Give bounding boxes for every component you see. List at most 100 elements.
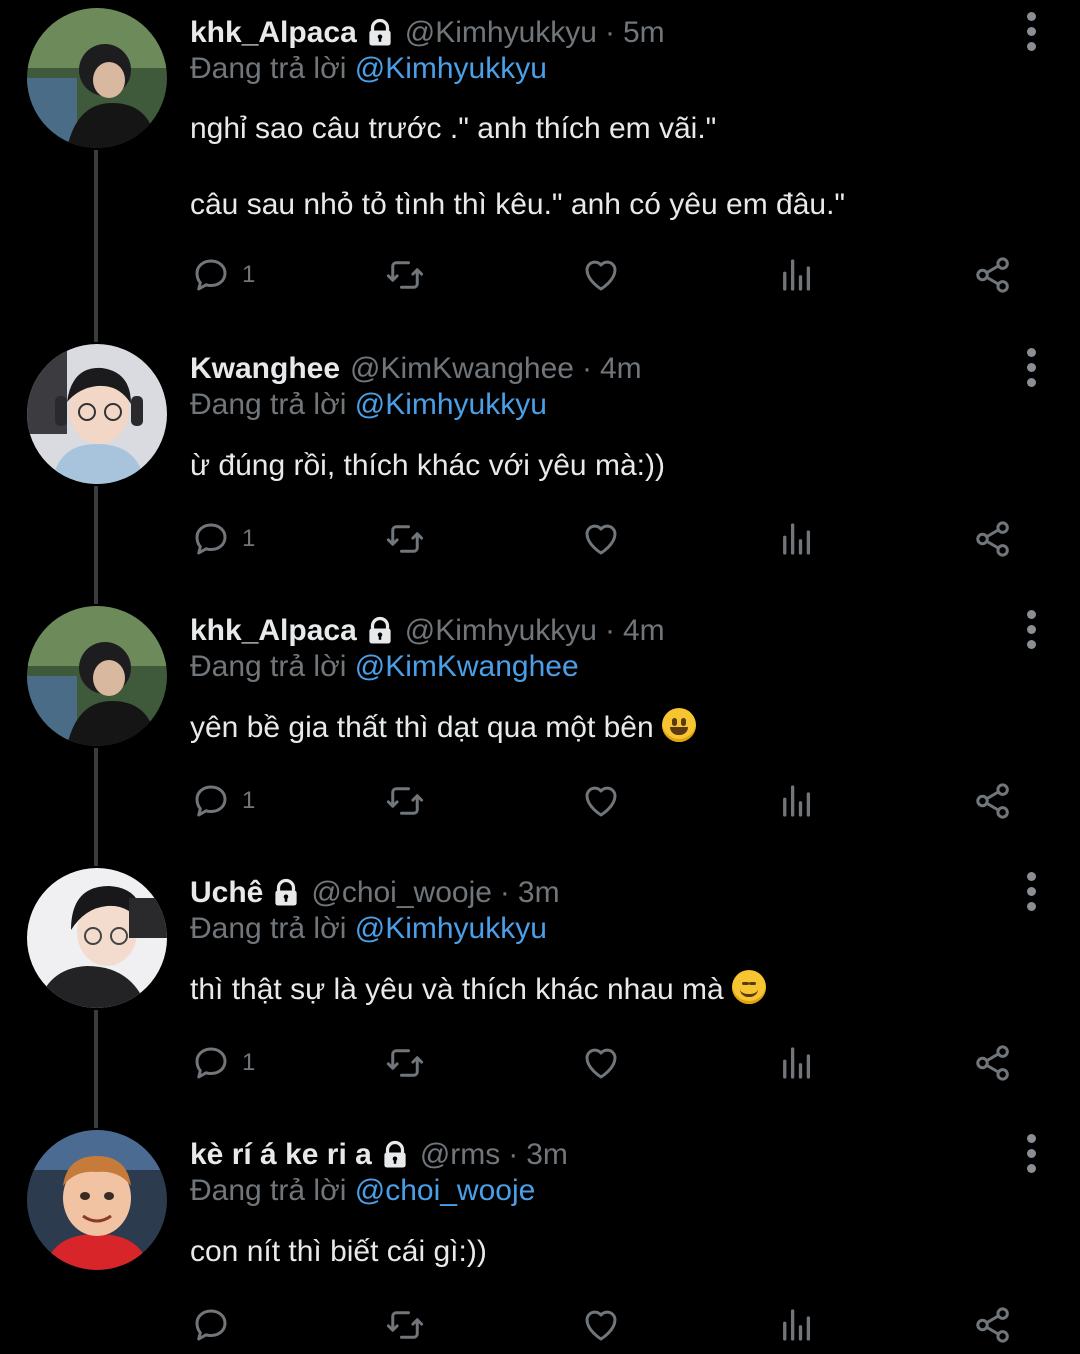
timestamp[interactable]: 4m	[623, 614, 665, 648]
views-icon	[783, 523, 811, 555]
like-button[interactable]	[580, 1042, 622, 1084]
like-icon	[585, 260, 617, 291]
reply-mention[interactable]: @KimKwanghee	[355, 650, 579, 683]
retweet-icon	[386, 525, 424, 553]
avatar[interactable]	[27, 1130, 167, 1270]
action-bar: 1	[190, 518, 1020, 568]
more-icon[interactable]	[1024, 12, 1038, 57]
handle[interactable]: @Kimhyukkyu	[405, 16, 597, 50]
timestamp[interactable]: 3m	[526, 1138, 568, 1172]
reply-icon	[195, 1309, 227, 1341]
lock-icon	[271, 878, 301, 908]
like-icon	[585, 524, 617, 555]
views-button[interactable]	[776, 1304, 818, 1346]
tweet[interactable]: kè rí á ke ri a @rms · 3m Đang trả lời @…	[0, 1122, 1080, 1354]
retweet-icon	[386, 787, 424, 815]
reply-button[interactable]	[190, 1304, 232, 1346]
more-icon[interactable]	[1024, 348, 1038, 393]
views-icon	[783, 1309, 811, 1341]
replying-to-label: Đang trả lời	[190, 650, 347, 683]
retweet-button[interactable]	[384, 1042, 426, 1084]
reply-count: 1	[242, 525, 256, 552]
display-name[interactable]: khk_Alpaca	[190, 16, 357, 50]
grinning-face-emoji	[661, 708, 696, 742]
views-icon	[783, 259, 811, 291]
replying-to-label: Đang trả lời	[190, 52, 347, 85]
retweet-button[interactable]	[384, 1304, 426, 1346]
tweet[interactable]: khk_Alpaca @Kimhyukkyu · 4m Đang trả lời…	[0, 598, 1080, 860]
views-button[interactable]	[776, 254, 818, 296]
reply-count: 1	[242, 261, 256, 288]
reply-button[interactable]: 1	[190, 1042, 255, 1084]
avatar[interactable]	[27, 344, 167, 484]
share-button[interactable]	[972, 780, 1014, 822]
share-icon	[976, 521, 1009, 557]
display-name[interactable]: Uchê	[190, 876, 263, 910]
like-icon	[585, 1310, 617, 1341]
like-button[interactable]	[580, 1304, 622, 1346]
action-bar: 1	[190, 254, 1020, 304]
reply-button[interactable]: 1	[190, 780, 255, 822]
reply-mention[interactable]: @Kimhyukkyu	[355, 388, 547, 421]
display-name[interactable]: khk_Alpaca	[190, 614, 357, 648]
like-button[interactable]	[580, 254, 622, 296]
retweet-button[interactable]	[384, 254, 426, 296]
handle[interactable]: @Kimhyukkyu	[405, 614, 597, 648]
views-icon	[783, 785, 811, 817]
replying-to: Đang trả lời @Kimhyukkyu	[190, 52, 547, 86]
avatar[interactable]	[27, 868, 167, 1008]
reply-mention[interactable]: @Kimhyukkyu	[355, 52, 547, 85]
reply-mention[interactable]: @choi_wooje	[355, 1174, 536, 1207]
display-name[interactable]: kè rí á ke ri a	[190, 1138, 372, 1172]
retweet-button[interactable]	[384, 780, 426, 822]
separator-dot: ·	[499, 876, 510, 909]
views-button[interactable]	[776, 1042, 818, 1084]
share-button[interactable]	[972, 1304, 1014, 1346]
timestamp[interactable]: 4m	[600, 352, 642, 386]
like-button[interactable]	[580, 780, 622, 822]
more-icon[interactable]	[1024, 610, 1038, 655]
handle[interactable]: @choi_wooje	[311, 876, 492, 910]
tweet[interactable]: khk_Alpaca @Kimhyukkyu · 5m Đang trả lời…	[0, 0, 1080, 336]
handle[interactable]: @rms	[420, 1138, 500, 1172]
reply-icon	[195, 523, 227, 555]
replying-to: Đang trả lời @Kimhyukkyu	[190, 912, 547, 946]
more-icon[interactable]	[1024, 1134, 1038, 1179]
reply-icon	[195, 259, 227, 291]
timestamp[interactable]: 5m	[623, 16, 665, 50]
reply-mention[interactable]: @Kimhyukkyu	[355, 912, 547, 945]
avatar[interactable]	[27, 606, 167, 746]
reply-icon	[195, 785, 227, 817]
replying-to: Đang trả lời @choi_wooje	[190, 1174, 535, 1208]
tweet-text: ừ đúng rồi, thích khác với yêu mà:))	[190, 449, 665, 482]
share-button[interactable]	[972, 518, 1014, 560]
handle[interactable]: @KimKwanghee	[350, 352, 574, 386]
share-icon	[976, 1307, 1009, 1343]
tweet-header: Uchê @choi_wooje · 3m	[190, 870, 560, 916]
separator-dot: ·	[604, 614, 615, 647]
more-icon[interactable]	[1024, 872, 1038, 917]
display-name[interactable]: Kwanghee	[190, 352, 340, 386]
reply-count: 1	[242, 1049, 256, 1076]
lock-icon	[365, 616, 395, 646]
replying-to-label: Đang trả lời	[190, 912, 347, 945]
replying-to-label: Đang trả lời	[190, 388, 347, 421]
tweet[interactable]: Kwanghee @KimKwanghee · 4m Đang trả lời …	[0, 336, 1080, 598]
tweet-header: kè rí á ke ri a @rms · 3m	[190, 1132, 568, 1178]
tweet-header: khk_Alpaca @Kimhyukkyu · 5m	[190, 10, 665, 56]
tweet-body: thì thật sự là yêu và thích khác nhau mà	[190, 970, 766, 1010]
reply-button[interactable]: 1	[190, 518, 255, 560]
tweet[interactable]: Uchê @choi_wooje · 3m Đang trả lời @Kimh…	[0, 860, 1080, 1122]
reply-button[interactable]: 1	[190, 254, 255, 296]
timestamp[interactable]: 3m	[518, 876, 560, 910]
views-button[interactable]	[776, 780, 818, 822]
share-button[interactable]	[972, 1042, 1014, 1084]
share-button[interactable]	[972, 254, 1014, 296]
replying-to: Đang trả lời @KimKwanghee	[190, 650, 579, 684]
share-icon	[976, 257, 1009, 293]
views-button[interactable]	[776, 518, 818, 560]
avatar[interactable]	[27, 8, 167, 148]
retweet-button[interactable]	[384, 518, 426, 560]
like-button[interactable]	[580, 518, 622, 560]
share-icon	[976, 783, 1009, 819]
